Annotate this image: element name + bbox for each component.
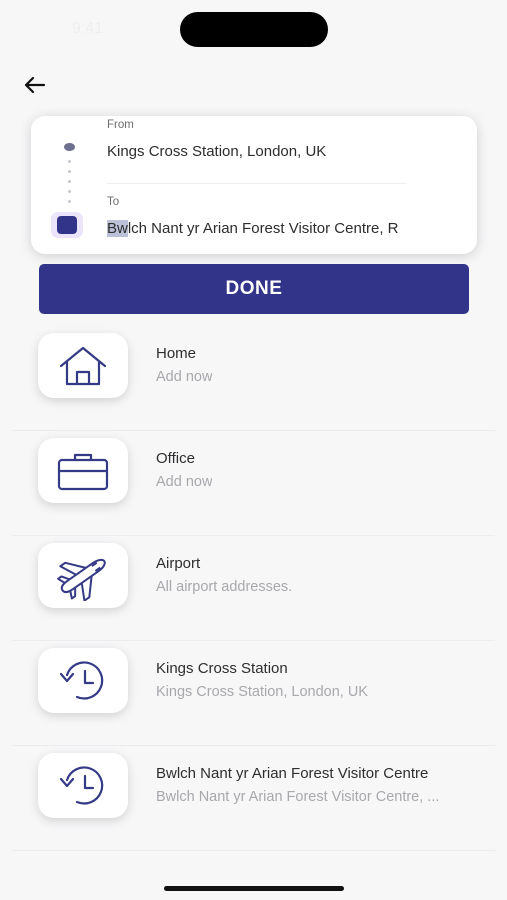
list-item-office[interactable]: Office Add now	[0, 431, 507, 536]
place-title: Kings Cross Station	[156, 660, 288, 677]
list-item-home[interactable]: Home Add now	[0, 326, 507, 431]
list-divider	[12, 850, 495, 851]
origin-dot-icon	[64, 143, 75, 151]
arrow-left-icon	[24, 76, 46, 94]
list-item-recent-bwlch[interactable]: Bwlch Nant yr Arian Forest Visitor Centr…	[0, 746, 507, 851]
airplane-icon	[38, 543, 128, 608]
place-subtitle: Add now	[156, 474, 213, 490]
screen: 9:41 From Kings Cross Station, London, U…	[0, 0, 507, 900]
done-button[interactable]: DONE	[39, 264, 469, 314]
route-dotted-line	[68, 160, 71, 210]
place-subtitle: Bwlch Nant yr Arian Forest Visitor Centr…	[156, 789, 440, 805]
place-title: Office	[156, 450, 195, 467]
to-field-text: lch Nant yr Arian Forest Visitor Centre,…	[127, 220, 399, 237]
destination-square-icon	[51, 212, 83, 238]
field-divider	[107, 183, 407, 184]
place-title: Airport	[156, 555, 201, 572]
from-label: From	[107, 119, 134, 131]
place-title: Bwlch Nant yr Arian Forest Visitor Centr…	[156, 765, 429, 782]
list-item-recent-kings-cross[interactable]: Kings Cross Station Kings Cross Station,…	[0, 641, 507, 746]
to-field[interactable]: Bwlch Nant yr Arian Forest Visitor Centr…	[107, 220, 412, 244]
place-subtitle: Kings Cross Station, London, UK	[156, 684, 368, 700]
status-bar: 9:41	[0, 0, 507, 58]
place-subtitle: All airport addresses.	[156, 579, 293, 595]
saved-places-list: Home Add now Office Add now Airport All …	[0, 326, 507, 851]
route-card: From Kings Cross Station, London, UK To …	[31, 116, 477, 254]
list-item-airport[interactable]: Airport All airport addresses.	[0, 536, 507, 641]
status-time: 9:41	[72, 20, 104, 37]
history-icon	[38, 648, 128, 713]
history-icon	[38, 753, 128, 818]
to-label: To	[107, 196, 120, 208]
place-subtitle: Add now	[156, 369, 213, 385]
back-button[interactable]	[20, 70, 50, 100]
camera-notch	[180, 12, 328, 47]
selected-text: Bw	[107, 220, 128, 237]
home-indicator[interactable]	[164, 886, 344, 891]
briefcase-icon	[38, 438, 128, 503]
home-icon	[38, 333, 128, 398]
from-field[interactable]: Kings Cross Station, London, UK	[107, 143, 412, 167]
place-title: Home	[156, 345, 197, 362]
